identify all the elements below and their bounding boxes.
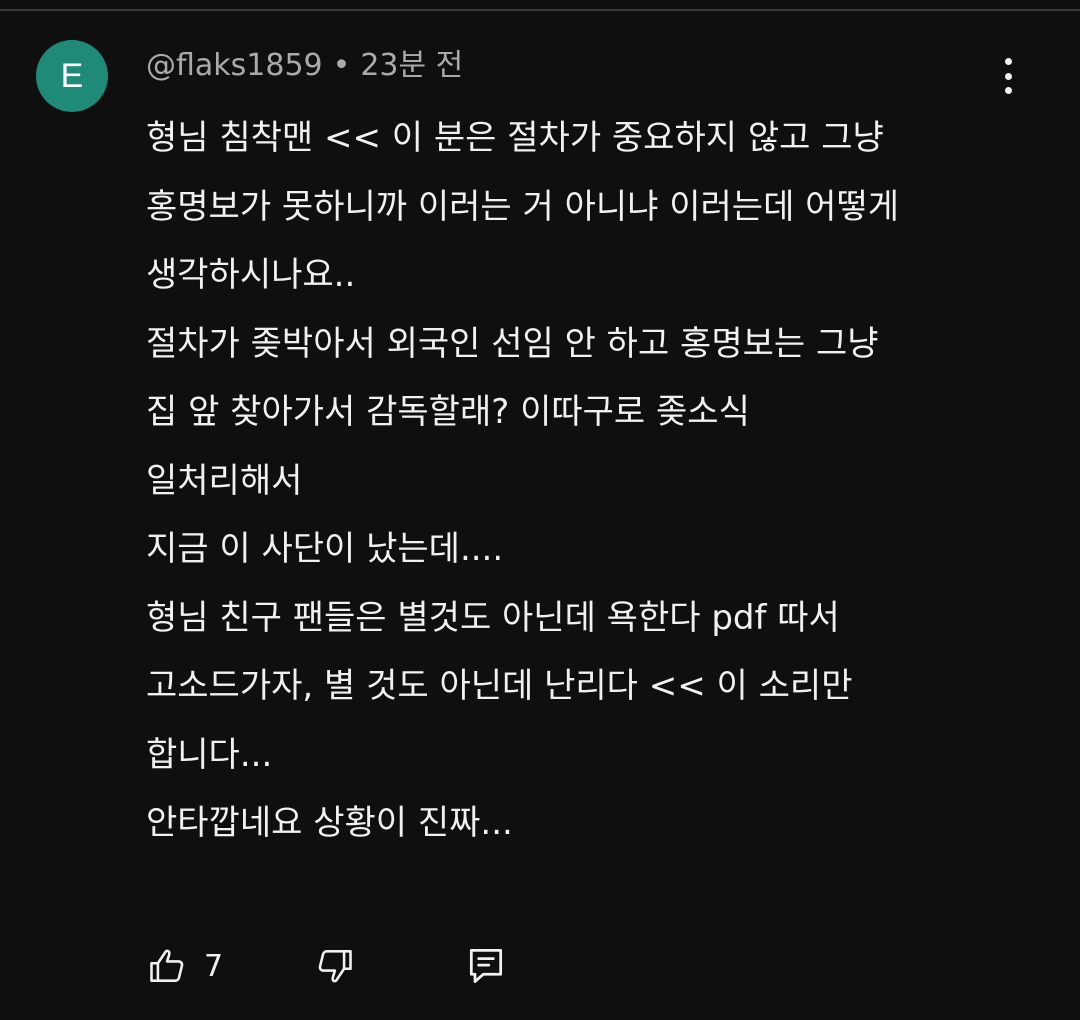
top-divider [0,0,1080,11]
comment-line: 고소드가자, 별 것도 아닌데 난리다 << 이 소리만 [146,666,853,706]
more-vert-icon-dot [1004,87,1012,94]
avatar[interactable]: E [36,40,108,112]
comment-line: 지금 이 사단이 났는데.... [146,529,504,569]
comment-line: 일처리해서 [146,460,303,501]
reply-button[interactable] [464,938,508,994]
comment-actions: 7 [146,938,646,994]
author-name[interactable]: @flaks1859 [146,48,323,83]
comment-line: 집 앞 찾아가서 감독할래? 이따구로 좆소식 [146,392,750,432]
thumbs-up-icon [146,944,190,988]
comment-line: 홍명보가 못하니까 이러는 거 아니냐 이러는데 어떻게 [146,186,900,227]
thumbs-down-icon [312,944,356,988]
more-vert-icon [1004,58,1012,65]
comment-line: 형님 친구 팬들은 별것도 아닌데 욕한다 pdf 따서 [146,597,840,638]
header-separator: • [332,48,351,83]
comment-line: 안타깝네요 상황이 진짜... [146,803,513,843]
more-actions-button[interactable] [988,52,1028,100]
dislike-button[interactable] [312,938,356,994]
comment-time[interactable]: 23분 전 [360,48,463,83]
comment-line: 절차가 좆박아서 외국인 선임 안 하고 홍명보는 그냥 [146,323,879,364]
avatar-letter: E [60,56,84,95]
comment-body: 형님 침착맨 << 이 분은 절차가 중요하지 않고 그냥 홍명보가 못하니까 … [146,104,1046,858]
comment-line: 형님 침착맨 << 이 분은 절차가 중요하지 않고 그냥 [146,118,884,158]
comment-reply-icon [464,944,508,988]
like-button[interactable]: 7 [146,938,223,994]
more-vert-icon-dot [1004,72,1012,80]
comment-line: 생각하시나요.. [146,255,356,295]
like-count: 7 [204,948,224,984]
comment-line: 합니다... [146,734,273,775]
comment-header: @flaks1859 • 23분 전 [146,46,463,86]
